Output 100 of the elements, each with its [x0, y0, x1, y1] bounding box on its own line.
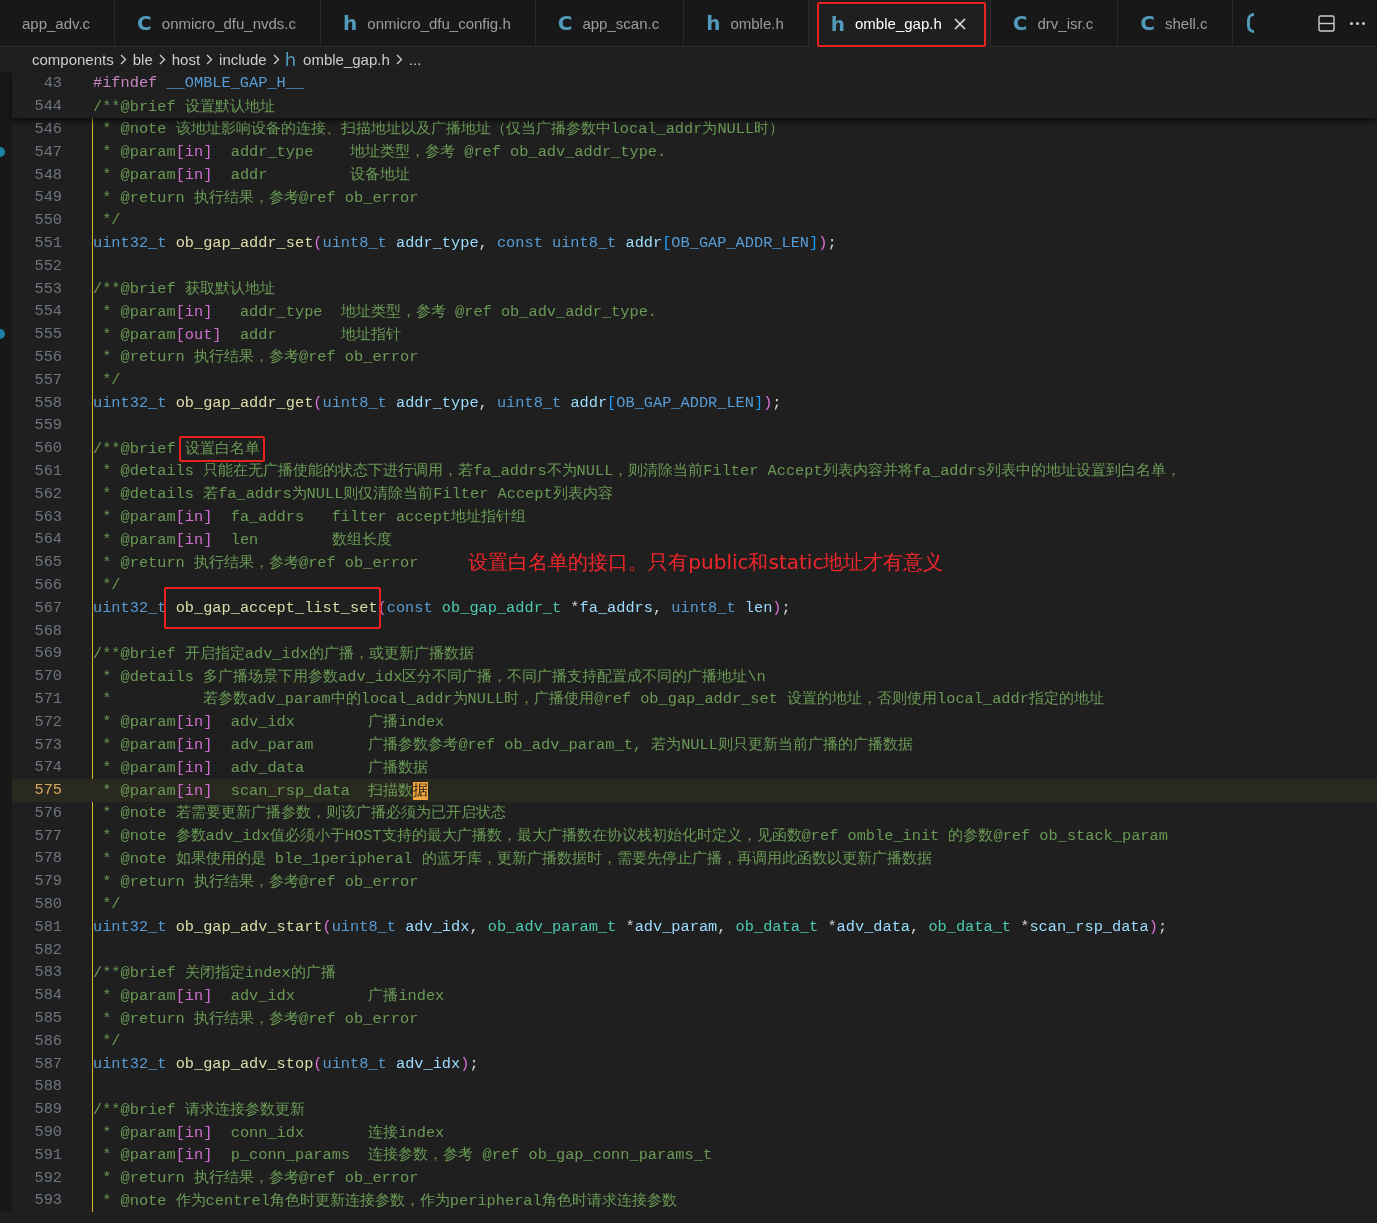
line-number: 581	[33, 917, 62, 936]
line-number: 586	[33, 1031, 62, 1050]
line-number: 571	[33, 689, 62, 708]
line-number: 43	[42, 74, 62, 93]
code-line: uint32_t ob_gap_adv_stop(uint8_t adv_idx);	[93, 1054, 479, 1073]
line-number: 567	[33, 598, 62, 617]
code-line: * @param[in] addr 设备地址	[101, 165, 411, 186]
code-line: */	[101, 575, 121, 594]
file-type-letter: h	[343, 13, 358, 33]
line-number: 591	[33, 1145, 62, 1164]
line-number: 580	[33, 895, 62, 914]
code-line: * @note 该地址影响设备的连接、扫描地址以及广播地址（仅当广播参数中local_addr为NULL时）	[101, 119, 785, 140]
file-type-letter: h	[830, 13, 846, 34]
line-number: 559	[33, 416, 62, 435]
breadcrumb-item[interactable]: components	[31, 51, 115, 68]
line-number: 549	[33, 188, 62, 207]
line-number: 560	[33, 439, 62, 458]
line-number: 577	[33, 826, 62, 845]
line-number: 555	[33, 325, 62, 344]
close-icon[interactable]	[953, 17, 966, 30]
code-line: * @param[out] addr 地址指针	[101, 324, 401, 345]
file-type-letter: C	[557, 13, 573, 33]
line-number: 550	[33, 211, 62, 230]
code-line: /**@brief 设置白名单	[93, 437, 260, 459]
code-line: * @param[in] adv_idx 广播index	[101, 985, 445, 1006]
more-icon[interactable]	[1349, 20, 1366, 26]
line-number: 561	[33, 461, 62, 480]
file-type-icon	[1246, 13, 1254, 33]
line-number: 587	[33, 1054, 62, 1073]
line-number: 556	[33, 347, 62, 366]
line-number: 564	[33, 530, 62, 549]
code-line: */	[101, 211, 121, 230]
code-line: */	[101, 895, 121, 914]
line-number: 566	[33, 575, 62, 594]
code-line: * @note 如果使用的是 ble_1peripheral 的蓝牙库，更新广播数据时，需要先停止广播，再调用此函数以更新广播数据	[101, 849, 932, 869]
line-number: 573	[33, 735, 62, 754]
line-number: 547	[33, 142, 62, 161]
code-line: * @details 多广播场景下用参数adv_idx区分不同广播，不同广播支持配置成不同的广播地址\n	[101, 666, 766, 687]
code-line: * @param[in] addr_type 地址类型，参考 @ref ob_adv_addr_type.	[101, 301, 657, 322]
code-line: * @param[in] adv_param 广播参数参考@ref ob_adv_param_t, 若为NULL则只更新当前广播的广播数据	[101, 735, 913, 755]
annotation-text: 设置白名单的接口。只有public和static地址才有意义	[468, 548, 944, 576]
line-number: 563	[33, 507, 62, 526]
code-line: * @details 只能在无广播使能的状态下进行调用，若fa_addrs不为NULL，则清除当前Filter Accept列表内容并将fa_addrs列表中的地址设置到白名单，	[101, 461, 1182, 482]
file-type-letter: h	[706, 13, 721, 33]
breadcrumb-item[interactable]: ble	[131, 51, 154, 68]
line-number: 552	[33, 256, 62, 275]
breadcrumb-item[interactable]: host	[170, 51, 202, 68]
code-line: * @param[in] p_conn_params 连接参数，参考 @ref ob_gap_conn_params_t	[101, 1145, 713, 1166]
line-number: 593	[33, 1191, 62, 1210]
code-line: * @details 若fa_addrs为NULL则仅清除当前Filter Accept列表内容	[101, 484, 613, 505]
line-number: 551	[33, 233, 62, 252]
code-line: */	[101, 1031, 121, 1050]
line-number: 565	[33, 553, 62, 572]
line-number: 589	[33, 1100, 62, 1119]
code-line: * @return 执行结果，参考@ref ob_error	[101, 1008, 419, 1029]
code-line: uint32_t ob_gap_addr_set(uint8_t addr_type, const uint8_t addr[OB_GAP_ADDR_LEN]);	[93, 233, 837, 252]
breadcrumb-item[interactable]: include	[218, 51, 268, 68]
chevron-icon	[272, 54, 280, 65]
code-line: * @return 执行结果，参考@ref ob_error	[101, 1168, 419, 1189]
code-line: * @note 参数adv_idx值必须小于HOST支持的最大广播数，最大广播数在协议栈初始化时定义，见函数@ref omble_init 的参数@ref ob_stack_param	[101, 826, 1168, 847]
chevron-icon	[158, 54, 166, 65]
line-number: 585	[33, 1009, 62, 1028]
code-line: * 若参数adv_param中的local_addr为NULL时，广播使用@ref ob_gap_addr_set 设置的地址，否则使用local_addr指定的地址	[101, 689, 1104, 710]
line-number: 568	[33, 621, 62, 640]
line-number: 546	[33, 120, 62, 138]
code-line: /**@brief 请求连接参数更新	[93, 1099, 305, 1120]
line-number: 588	[33, 1077, 62, 1096]
code-line: * @param[in] adv_idx 广播index	[101, 712, 445, 733]
chevron-icon	[395, 54, 403, 65]
line-number: 548	[33, 165, 62, 184]
chevron-icon	[119, 54, 127, 65]
line-number: 557	[33, 370, 62, 389]
file-type-letter: C	[137, 13, 152, 33]
code-line: * @return 执行结果，参考@ref ob_error	[101, 187, 419, 208]
line-number: 562	[33, 484, 62, 503]
code-line: * @param[in] conn_idx 连接index	[101, 1122, 445, 1143]
breadcrumb-item[interactable]: omble_gap.h	[302, 51, 391, 68]
line-number: 569	[33, 644, 62, 663]
code-line: * @note 作为centrel角色时更新连接参数，作为peripheral角色时请求连接参数	[101, 1190, 677, 1211]
file-type-letter: h	[284, 50, 297, 69]
chevron-icon	[206, 54, 214, 65]
code-line: /**@brief 获取默认地址	[93, 279, 275, 300]
line-number: 583	[33, 963, 62, 982]
code-line: * @note 若需要更新广播参数，则该广播必须为已开启状态	[101, 803, 506, 824]
code-line: /**@brief 关闭指定index的广播	[93, 962, 336, 983]
breadcrumb-item[interactable]: ...	[407, 51, 423, 68]
code-line: */	[101, 370, 121, 389]
split-editor-icon[interactable]	[1318, 14, 1335, 32]
file-tab[interactable]: h omble_gap.h	[808, 0, 991, 47]
line-number: 544	[33, 97, 62, 116]
code-line: /**@brief 设置默认地址	[93, 96, 275, 117]
line-number: 578	[33, 849, 62, 868]
line-number: 574	[33, 758, 62, 777]
line-number: 590	[33, 1123, 62, 1142]
line-number: 582	[33, 940, 62, 959]
line-number: 592	[33, 1168, 62, 1187]
file-type-letter: C	[1140, 13, 1155, 33]
code-line: * @param[in] fa_addrs filter accept地址指针组	[101, 507, 526, 528]
code-line: * @return 执行结果，参考@ref ob_error	[101, 871, 419, 892]
code-line: * @param[in] adv_data 广播数据	[101, 757, 429, 778]
